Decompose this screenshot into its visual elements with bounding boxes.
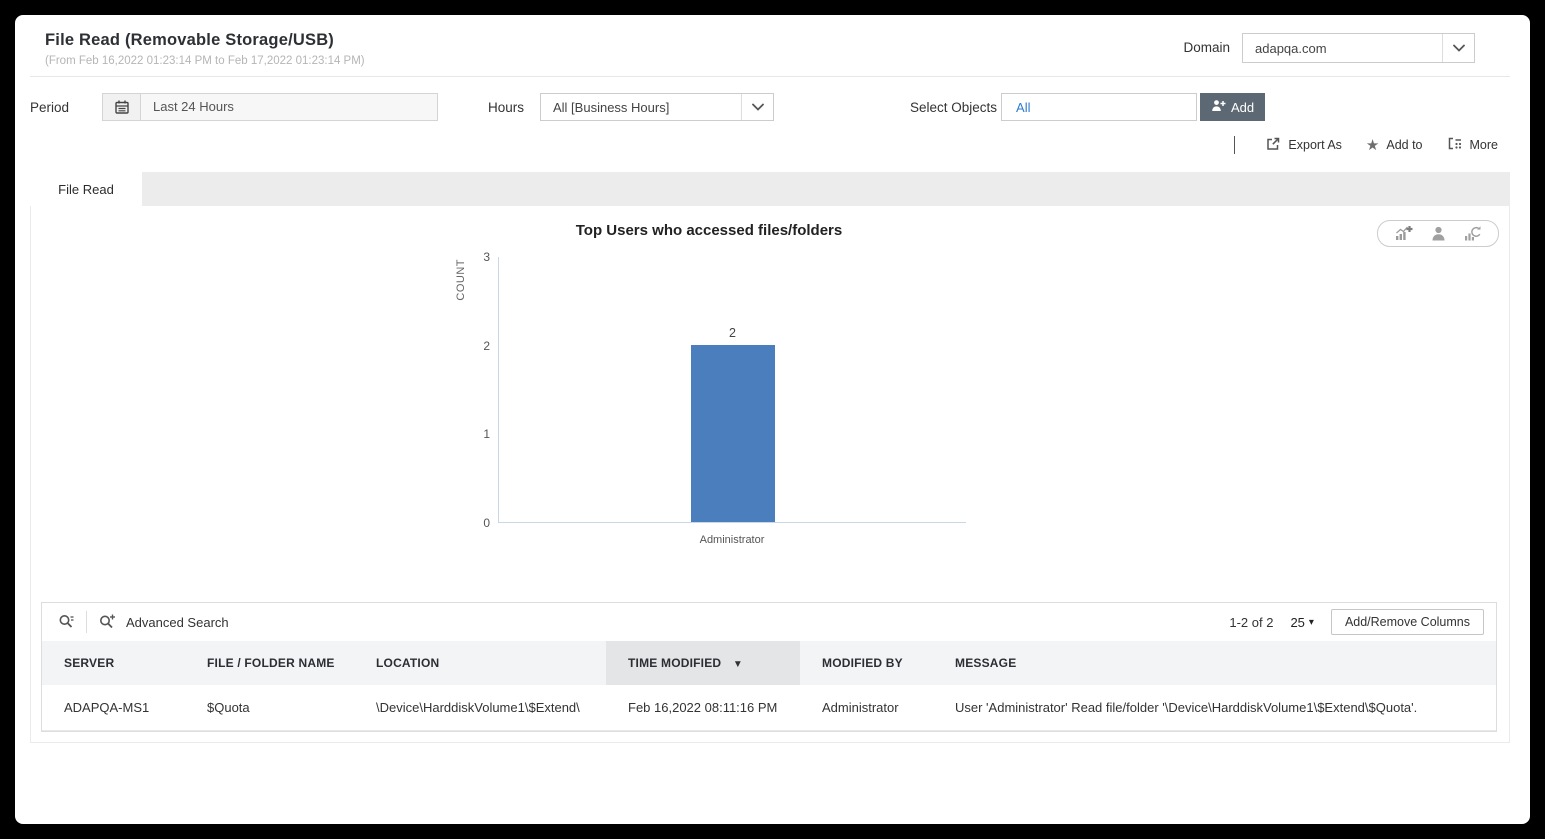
cell-server: ADAPQA-MS1 [42, 685, 185, 731]
more-icon [1447, 136, 1463, 154]
table-body: ADAPQA-MS1 $Quota \Device\HarddiskVolume1\… [42, 685, 1496, 731]
hours-select[interactable]: All [Business Hours] [540, 93, 774, 121]
table-card: Advanced Search 1-2 of 2 25 ▾ Add/Remove… [41, 602, 1497, 732]
user-view-icon[interactable] [1430, 225, 1447, 242]
column-header-server[interactable]: SERVER [42, 641, 185, 685]
chart-toolbar [1377, 220, 1499, 247]
action-row: Export As ★ Add to More [15, 133, 1530, 157]
domain-value: adapqa.com [1255, 40, 1327, 56]
table-toolbar-right: 1-2 of 2 25 ▾ Add/Remove Columns [1229, 609, 1484, 635]
chevron-down-icon [1442, 34, 1474, 62]
add-to-button[interactable]: ★ Add to [1366, 138, 1423, 153]
table-header-row: SERVER FILE / FOLDER NAME LOCATION TIME … [42, 641, 1496, 685]
period-label: Period [30, 99, 70, 115]
toolbar-divider [86, 611, 87, 633]
action-divider [1234, 136, 1236, 154]
column-header-modified-by[interactable]: MODIFIED BY [800, 641, 933, 685]
cell-message: User 'Administrator' Read file/folder '\… [933, 685, 1496, 731]
tab-strip: File Read [30, 172, 1510, 206]
search-icon[interactable] [54, 613, 78, 631]
calendar-icon[interactable] [103, 94, 141, 120]
hours-label: Hours [488, 99, 525, 115]
title-block: File Read (Removable Storage/USB) (From … [45, 31, 365, 76]
data-grid: SERVER FILE / FOLDER NAME LOCATION TIME … [42, 641, 1496, 731]
add-button-label: Add [1230, 99, 1255, 115]
chart-categories: Administrator [498, 523, 966, 547]
column-header-location[interactable]: LOCATION [354, 641, 606, 685]
cell-modified-by: Administrator [800, 685, 933, 731]
table-row[interactable]: ADAPQA-MS1 $Quota \Device\HarddiskVolume1\… [42, 685, 1496, 731]
chart-y-axis-labels: 0 1 2 3 [458, 250, 490, 530]
app-window: File Read (Removable Storage/USB) (From … [15, 15, 1530, 824]
column-header-message[interactable]: MESSAGE [933, 641, 1496, 685]
domain-select[interactable]: adapqa.com [1242, 33, 1475, 63]
person-plus-icon [1211, 99, 1226, 115]
tab-file-read[interactable]: File Read [30, 172, 142, 206]
add-to-label: Add to [1386, 138, 1423, 152]
y-tick-label: 2 [483, 338, 490, 353]
cell-file-folder-name: $Quota [185, 685, 354, 731]
tab-label: File Read [58, 181, 114, 197]
tab-panel: Top Users who accessed files/folders COU… [30, 206, 1510, 743]
sort-descending-icon: ▼ [732, 659, 743, 670]
period-picker[interactable]: Last 24 Hours [102, 93, 438, 121]
select-objects-input[interactable] [1001, 93, 1198, 121]
report-period-subtitle: (From Feb 16,2022 01:23:14 PM to Feb 17,… [45, 55, 365, 67]
bar-fill [690, 345, 775, 522]
page-header: File Read (Removable Storage/USB) (From … [30, 15, 1510, 77]
domain-group: Domain adapqa.com [1183, 31, 1475, 76]
x-category-label: Administrator [699, 534, 765, 546]
pagination-range: 1-2 of 2 [1229, 614, 1274, 630]
filter-row: Period Last 24 Hours Hours All [Business… [15, 93, 1530, 121]
column-header-file-folder-name[interactable]: FILE / FOLDER NAME [185, 641, 354, 685]
add-objects-button[interactable]: Add [1200, 93, 1266, 121]
advanced-search-label[interactable]: Advanced Search [126, 615, 229, 630]
hours-value: All [Business Hours] [553, 99, 670, 115]
select-objects-label: Select Objects [910, 99, 998, 115]
page-size-select[interactable]: 25 ▾ [1290, 615, 1314, 630]
export-as-button[interactable]: Export As [1265, 136, 1342, 155]
column-header-time-modified[interactable]: TIME MODIFIED ▼ [606, 641, 800, 685]
table-toolbar: Advanced Search 1-2 of 2 25 ▾ Add/Remove… [42, 603, 1496, 641]
y-tick-label: 1 [483, 427, 490, 442]
domain-label: Domain [1183, 40, 1230, 55]
column-header-label: TIME MODIFIED [628, 656, 722, 670]
add-chart-icon[interactable] [1394, 225, 1414, 242]
bar-value-label: 2 [729, 326, 736, 341]
export-as-label: Export As [1288, 138, 1342, 152]
chart-area: Top Users who accessed files/folders COU… [31, 206, 1509, 596]
star-icon: ★ [1365, 136, 1380, 154]
chevron-down-icon [741, 94, 773, 120]
caret-down-icon: ▾ [1308, 616, 1314, 628]
cell-time-modified: Feb 16,2022 08:11:16 PM [606, 685, 800, 731]
period-value: Last 24 Hours [153, 99, 234, 114]
y-tick-label: 0 [483, 516, 490, 530]
y-tick-label: 3 [483, 250, 490, 264]
more-label: More [1469, 138, 1498, 152]
more-button[interactable]: More [1447, 136, 1498, 154]
add-remove-columns-button[interactable]: Add/Remove Columns [1330, 609, 1484, 635]
refresh-chart-icon[interactable] [1463, 225, 1482, 242]
export-icon [1265, 136, 1281, 155]
advanced-search-icon[interactable] [95, 613, 119, 631]
page-size-value: 25 [1290, 614, 1305, 630]
bar-Administrator[interactable]: 2 [690, 326, 775, 522]
chart-plot: 2 [498, 257, 966, 523]
cell-location: \Device\HarddiskVolume1\$Extend\ [354, 685, 606, 731]
chart-title: Top Users who accessed files/folders [575, 222, 843, 239]
page-title: File Read (Removable Storage/USB) [45, 31, 335, 49]
